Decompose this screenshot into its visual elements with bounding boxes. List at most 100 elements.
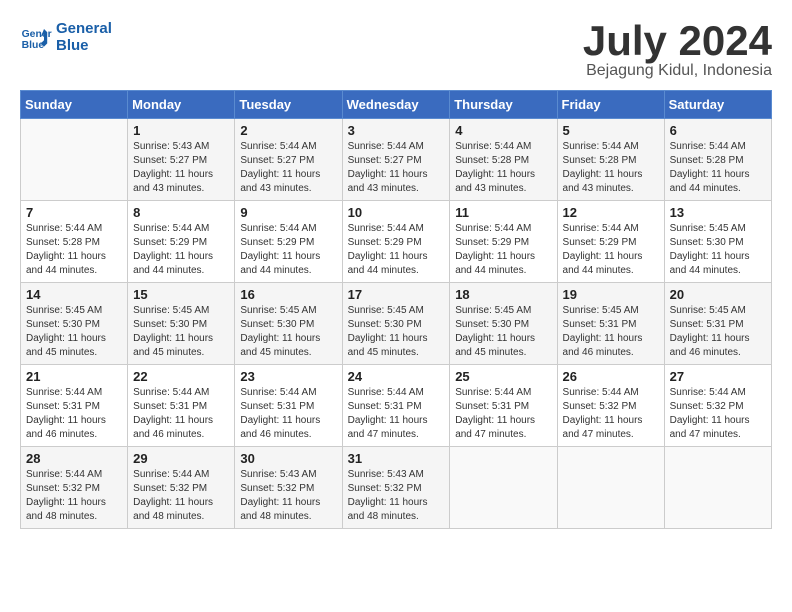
day-number: 9	[240, 205, 336, 220]
calendar-cell: 7 Sunrise: 5:44 AM Sunset: 5:28 PM Daylig…	[21, 201, 128, 283]
calendar-week-3: 14 Sunrise: 5:45 AM Sunset: 5:30 PM Dayli…	[21, 283, 772, 365]
day-info: Sunrise: 5:44 AM Sunset: 5:29 PM Dayligh…	[133, 222, 229, 278]
calendar-cell: 24 Sunrise: 5:44 AM Sunset: 5:31 PM Dayli…	[342, 365, 450, 447]
calendar-cell: 17 Sunrise: 5:45 AM Sunset: 5:30 PM Dayli…	[342, 283, 450, 365]
day-info: Sunrise: 5:43 AM Sunset: 5:32 PM Dayligh…	[348, 468, 445, 524]
day-number: 19	[563, 287, 659, 302]
calendar-cell: 19Sunrise: 5:45 AM Sunset: 5:31 PM Dayli…	[557, 283, 664, 365]
calendar-cell: 2Sunrise: 5:44 AM Sunset: 5:27 PM Daylig…	[235, 119, 342, 201]
day-number: 27	[670, 369, 766, 384]
day-number: 25	[455, 369, 551, 384]
header-tuesday: Tuesday	[235, 91, 342, 119]
day-number: 22	[133, 369, 229, 384]
day-number: 5	[563, 123, 659, 138]
calendar-cell: 14 Sunrise: 5:45 AM Sunset: 5:30 PM Dayli…	[21, 283, 128, 365]
day-number: 31	[348, 451, 445, 466]
day-info: Sunrise: 5:44 AM Sunset: 5:32 PM Dayligh…	[133, 468, 229, 524]
calendar-week-4: 21 Sunrise: 5:44 AM Sunset: 5:31 PM Dayli…	[21, 365, 772, 447]
calendar-header: SundayMondayTuesdayWednesdayThursdayFrid…	[21, 91, 772, 119]
day-number: 14	[26, 287, 122, 302]
calendar-cell: 22 Sunrise: 5:44 AM Sunset: 5:31 PM Dayli…	[128, 365, 235, 447]
calendar-cell: 8 Sunrise: 5:44 AM Sunset: 5:29 PM Daylig…	[128, 201, 235, 283]
day-number: 23	[240, 369, 336, 384]
day-number: 12	[563, 205, 659, 220]
calendar-cell: 18Sunrise: 5:45 AM Sunset: 5:30 PM Dayli…	[450, 283, 557, 365]
day-info: Sunrise: 5:44 AM Sunset: 5:31 PM Dayligh…	[26, 386, 122, 442]
day-info: Sunrise: 5:44 AM Sunset: 5:31 PM Dayligh…	[240, 386, 336, 442]
day-info: Sunrise: 5:44 AM Sunset: 5:31 PM Dayligh…	[348, 386, 445, 442]
day-info: Sunrise: 5:44 AM Sunset: 5:28 PM Dayligh…	[670, 140, 766, 196]
day-info: Sunrise: 5:44 AM Sunset: 5:29 PM Dayligh…	[240, 222, 336, 278]
day-number: 11	[455, 205, 551, 220]
day-info: Sunrise: 5:45 AM Sunset: 5:30 PM Dayligh…	[240, 304, 336, 360]
day-info: Sunrise: 5:44 AM Sunset: 5:32 PM Dayligh…	[670, 386, 766, 442]
day-number: 6	[670, 123, 766, 138]
day-info: Sunrise: 5:45 AM Sunset: 5:30 PM Dayligh…	[133, 304, 229, 360]
calendar-cell: 31 Sunrise: 5:43 AM Sunset: 5:32 PM Dayli…	[342, 447, 450, 529]
calendar-week-1: 1Sunrise: 5:43 AM Sunset: 5:27 PM Daylig…	[21, 119, 772, 201]
header-wednesday: Wednesday	[342, 91, 450, 119]
calendar-cell: 29 Sunrise: 5:44 AM Sunset: 5:32 PM Dayli…	[128, 447, 235, 529]
calendar-location: Bejagung Kidul, Indonesia	[583, 62, 772, 80]
day-number: 8	[133, 205, 229, 220]
day-info: Sunrise: 5:45 AM Sunset: 5:30 PM Dayligh…	[348, 304, 445, 360]
calendar-table: SundayMondayTuesdayWednesdayThursdayFrid…	[20, 90, 772, 529]
logo: General Blue General Blue	[20, 20, 112, 54]
day-info: Sunrise: 5:44 AM Sunset: 5:28 PM Dayligh…	[455, 140, 551, 196]
day-info: Sunrise: 5:44 AM Sunset: 5:29 PM Dayligh…	[455, 222, 551, 278]
calendar-cell: 27 Sunrise: 5:44 AM Sunset: 5:32 PM Dayli…	[664, 365, 771, 447]
header-monday: Monday	[128, 91, 235, 119]
calendar-cell: 12Sunrise: 5:44 AM Sunset: 5:29 PM Dayli…	[557, 201, 664, 283]
header-sunday: Sunday	[21, 91, 128, 119]
day-number: 18	[455, 287, 551, 302]
logo-general: General	[56, 20, 112, 37]
day-info: Sunrise: 5:44 AM Sunset: 5:28 PM Dayligh…	[26, 222, 122, 278]
calendar-cell: 5 Sunrise: 5:44 AM Sunset: 5:28 PM Daylig…	[557, 119, 664, 201]
day-number: 7	[26, 205, 122, 220]
calendar-cell: 26 Sunrise: 5:44 AM Sunset: 5:32 PM Dayli…	[557, 365, 664, 447]
day-info: Sunrise: 5:44 AM Sunset: 5:32 PM Dayligh…	[26, 468, 122, 524]
day-info: Sunrise: 5:45 AM Sunset: 5:30 PM Dayligh…	[26, 304, 122, 360]
day-number: 26	[563, 369, 659, 384]
day-number: 10	[348, 205, 445, 220]
calendar-title: July 2024	[583, 20, 772, 62]
day-number: 1	[133, 123, 229, 138]
day-number: 15	[133, 287, 229, 302]
day-number: 20	[670, 287, 766, 302]
calendar-cell	[557, 447, 664, 529]
calendar-cell: 4Sunrise: 5:44 AM Sunset: 5:28 PM Daylig…	[450, 119, 557, 201]
day-number: 24	[348, 369, 445, 384]
calendar-cell: 20 Sunrise: 5:45 AM Sunset: 5:31 PM Dayli…	[664, 283, 771, 365]
day-info: Sunrise: 5:44 AM Sunset: 5:28 PM Dayligh…	[563, 140, 659, 196]
calendar-cell: 15 Sunrise: 5:45 AM Sunset: 5:30 PM Dayli…	[128, 283, 235, 365]
header-thursday: Thursday	[450, 91, 557, 119]
calendar-cell: 6 Sunrise: 5:44 AM Sunset: 5:28 PM Daylig…	[664, 119, 771, 201]
calendar-cell	[21, 119, 128, 201]
page-header: General Blue General Blue July 2024 Beja…	[20, 20, 772, 80]
calendar-cell: 1Sunrise: 5:43 AM Sunset: 5:27 PM Daylig…	[128, 119, 235, 201]
calendar-cell: 30 Sunrise: 5:43 AM Sunset: 5:32 PM Dayli…	[235, 447, 342, 529]
calendar-cell: 13Sunrise: 5:45 AM Sunset: 5:30 PM Dayli…	[664, 201, 771, 283]
header-saturday: Saturday	[664, 91, 771, 119]
calendar-cell	[450, 447, 557, 529]
title-block: July 2024 Bejagung Kidul, Indonesia	[583, 20, 772, 80]
calendar-cell: 10Sunrise: 5:44 AM Sunset: 5:29 PM Dayli…	[342, 201, 450, 283]
day-number: 30	[240, 451, 336, 466]
day-number: 29	[133, 451, 229, 466]
day-info: Sunrise: 5:43 AM Sunset: 5:32 PM Dayligh…	[240, 468, 336, 524]
calendar-cell: 23 Sunrise: 5:44 AM Sunset: 5:31 PM Dayli…	[235, 365, 342, 447]
header-friday: Friday	[557, 91, 664, 119]
day-info: Sunrise: 5:45 AM Sunset: 5:31 PM Dayligh…	[670, 304, 766, 360]
calendar-cell: 9 Sunrise: 5:44 AM Sunset: 5:29 PM Daylig…	[235, 201, 342, 283]
day-number: 17	[348, 287, 445, 302]
svg-text:Blue: Blue	[22, 40, 45, 51]
calendar-cell	[664, 447, 771, 529]
calendar-week-5: 28 Sunrise: 5:44 AM Sunset: 5:32 PM Dayli…	[21, 447, 772, 529]
day-info: Sunrise: 5:44 AM Sunset: 5:27 PM Dayligh…	[348, 140, 445, 196]
day-info: Sunrise: 5:45 AM Sunset: 5:30 PM Dayligh…	[670, 222, 766, 278]
day-number: 28	[26, 451, 122, 466]
calendar-cell: 21 Sunrise: 5:44 AM Sunset: 5:31 PM Dayli…	[21, 365, 128, 447]
day-number: 21	[26, 369, 122, 384]
day-info: Sunrise: 5:44 AM Sunset: 5:31 PM Dayligh…	[133, 386, 229, 442]
day-info: Sunrise: 5:44 AM Sunset: 5:32 PM Dayligh…	[563, 386, 659, 442]
